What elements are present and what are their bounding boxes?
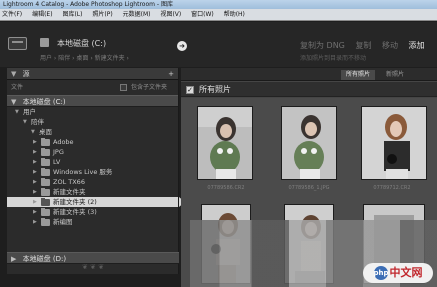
folder-label: JPG xyxy=(53,148,64,156)
folder-tree-item[interactable]: ▶ JPG xyxy=(7,147,178,157)
mode-add[interactable]: 添加 xyxy=(409,41,425,50)
mode-description: 添加照片到目录而不移动 xyxy=(300,55,367,62)
menu-library[interactable]: 图库(L) xyxy=(62,11,82,18)
folder-tree-item[interactable]: ▼ 陪伴 xyxy=(7,117,178,127)
site-watermark: php中文网 xyxy=(363,263,433,283)
folder-tree-item[interactable]: ▶ 新建文件夹 (3) xyxy=(7,207,178,217)
folder-tree-item[interactable]: ▶ 新编图 xyxy=(7,217,178,227)
folder-label: 用户 xyxy=(23,108,36,116)
folder-icon xyxy=(41,208,50,216)
source-title[interactable]: 本地磁盘 (C:) xyxy=(57,38,106,49)
collapse-triangle-icon: ▼ xyxy=(11,70,17,78)
import-mode-selector: 复制为 DNG 复制 移动 添加 xyxy=(300,40,433,51)
thumbnail-cell[interactable]: 07789586.CR2 xyxy=(187,104,265,198)
source-panel-title: 源 xyxy=(22,70,30,78)
folder-label: Adobe xyxy=(53,138,74,146)
folder-tree-item[interactable]: ▶ 新建文件夹 (2) xyxy=(7,197,185,207)
filter-tabs: 所有照片 新照片 xyxy=(181,68,437,81)
collapsed-triangle-icon[interactable]: ▶ xyxy=(33,217,37,227)
collapsed-triangle-icon[interactable]: ▶ xyxy=(33,167,37,177)
folder-icon xyxy=(41,218,50,226)
php-logo-icon: php xyxy=(373,266,389,280)
menu-metadata[interactable]: 元数据(M) xyxy=(123,11,151,18)
arrow-right-icon: ➜ xyxy=(177,41,187,51)
files-label: 文件 xyxy=(11,84,24,91)
source-panel: ▼ 源 + 文件 包含子文件夹 ▼ 本地磁盘 (C:) ▼ 用户 ▼ 陪伴 ▼ 桌面 ▶ Ad… xyxy=(7,68,185,274)
volume-c[interactable]: ▼ 本地磁盘 (C:) xyxy=(7,95,178,107)
expand-triangle-icon: ▼ xyxy=(11,98,17,106)
expanded-triangle-icon[interactable]: ▼ xyxy=(15,107,19,117)
import-header: 本地磁盘 (C:) 用户 › 陪伴 › 桌面 › 新建文件夹 › ➜ 复制为 D… xyxy=(0,22,437,67)
volume-c-label: 本地磁盘 (C:) xyxy=(22,98,66,106)
menu-edit[interactable]: 编辑(E) xyxy=(32,11,52,18)
folder-icon xyxy=(41,148,50,156)
folder-icon xyxy=(41,188,50,196)
collapsed-triangle-icon[interactable]: ▶ xyxy=(33,177,37,187)
thumbnail-cell[interactable]: 07789712.CR2 xyxy=(353,104,431,198)
folder-icon xyxy=(41,138,50,146)
collapsed-triangle-icon[interactable]: ▶ xyxy=(33,137,37,147)
mode-copy-dng[interactable]: 复制为 DNG xyxy=(300,41,345,50)
thumbnail-filename: 07789586_1.JPG xyxy=(288,185,330,191)
folder-tree: ▼ 用户 ▼ 陪伴 ▼ 桌面 ▶ Adobe ▶ JPG ▶ LV ▶ Windows Live 服务 ▶ Z… xyxy=(7,107,185,227)
expanded-triangle-icon[interactable]: ▼ xyxy=(23,117,27,127)
folder-label: ZOL TX66 xyxy=(53,178,85,186)
include-subfolders-checkbox[interactable] xyxy=(120,84,127,91)
collapsed-triangle-icon[interactable]: ▶ xyxy=(33,147,37,157)
folder-label: LV xyxy=(53,158,61,166)
include-subfolders-label: 包含子文件夹 xyxy=(131,84,168,91)
photo-thumbnail[interactable] xyxy=(281,106,337,180)
folder-label: 新编图 xyxy=(53,218,73,226)
folder-label: 新建文件夹 (2) xyxy=(53,198,97,206)
collapsed-triangle-icon[interactable]: ▶ xyxy=(33,187,37,197)
menu-photo[interactable]: 照片(P) xyxy=(92,11,112,18)
folder-label: 新建文件夹 xyxy=(53,188,86,196)
watermark-text: 中文网 xyxy=(389,266,423,279)
menu-view[interactable]: 视图(V) xyxy=(160,11,181,18)
collapsed-triangle-icon[interactable]: ▶ xyxy=(33,197,37,207)
folder-tree-item[interactable]: ▼ 桌面 xyxy=(7,127,178,137)
mode-copy[interactable]: 复制 xyxy=(355,41,371,50)
source-filter-row: 文件 包含子文件夹 xyxy=(7,80,178,95)
collapsed-triangle-icon[interactable]: ▶ xyxy=(33,157,37,167)
folder-tree-item[interactable]: ▶ Adobe xyxy=(7,137,178,147)
menu-file[interactable]: 文件(F) xyxy=(2,11,22,18)
source-panel-header[interactable]: ▼ 源 + xyxy=(7,68,178,80)
tab-all-photos[interactable]: 所有照片 xyxy=(341,70,376,80)
window-title-bar: Lightroom 4 Catalog - Adobe Photoshop Li… xyxy=(0,0,437,9)
panel-end-ornament: ❦ ❦ ❦ xyxy=(81,263,105,271)
thumbnail-filename: 07789712.CR2 xyxy=(373,185,411,191)
folder-tree-item[interactable]: ▶ 新建文件夹 xyxy=(7,187,178,197)
add-icon[interactable]: + xyxy=(168,68,174,80)
mode-move[interactable]: 移动 xyxy=(382,41,398,50)
collapsed-triangle-icon[interactable]: ▶ xyxy=(33,207,37,217)
menu-help[interactable]: 帮助(H) xyxy=(224,11,245,18)
folder-label: 新建文件夹 (3) xyxy=(53,208,97,216)
drive-icon xyxy=(40,38,49,47)
photo-thumbnail[interactable] xyxy=(197,106,253,180)
all-photos-label: 所有照片 xyxy=(199,85,231,94)
all-photos-bar: ✓ 所有照片 xyxy=(181,82,437,97)
expanded-triangle-icon[interactable]: ▼ xyxy=(31,127,35,137)
folder-label: 桌面 xyxy=(39,128,52,136)
folder-tree-item[interactable]: ▶ Windows Live 服务 xyxy=(7,167,178,177)
folder-icon xyxy=(41,158,50,166)
folder-tree-item[interactable]: ▶ ZOL TX66 xyxy=(7,177,178,187)
photo-thumbnail[interactable] xyxy=(361,106,427,180)
folder-label: Windows Live 服务 xyxy=(53,168,113,176)
menu-window[interactable]: 窗口(W) xyxy=(191,11,214,18)
folder-tree-item[interactable]: ▼ 用户 xyxy=(7,107,178,117)
select-all-checkbox[interactable]: ✓ xyxy=(186,86,194,94)
tab-new-photos[interactable]: 新照片 xyxy=(381,70,409,80)
thumbnail-cell[interactable]: 07789586_1.JPG xyxy=(270,104,348,198)
thumbnail-filename: 07789586.CR2 xyxy=(207,185,245,191)
source-breadcrumb: 用户 › 陪伴 › 桌面 › 新建文件夹 › xyxy=(40,55,129,62)
folder-label: 陪伴 xyxy=(31,118,44,126)
folder-icon xyxy=(41,178,50,186)
folder-tree-item[interactable]: ▶ LV xyxy=(7,157,178,167)
folder-icon xyxy=(41,198,50,206)
folder-icon xyxy=(41,168,50,176)
card-reader-icon xyxy=(8,35,28,53)
menu-bar: 文件(F) 编辑(E) 图库(L) 照片(P) 元数据(M) 视图(V) 窗口(… xyxy=(0,9,437,21)
